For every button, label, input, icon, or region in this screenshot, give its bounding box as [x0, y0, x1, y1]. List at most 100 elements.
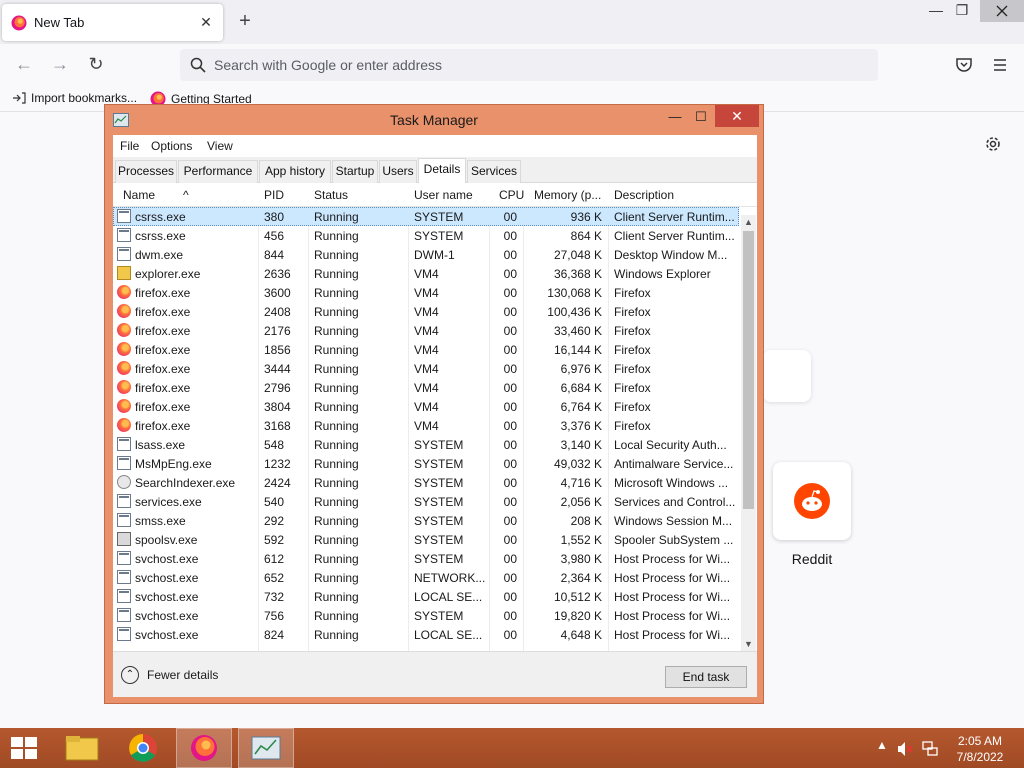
- import-bookmarks-link[interactable]: Import bookmarks...: [12, 91, 137, 105]
- show-hidden-icons-icon[interactable]: ▲: [876, 738, 888, 752]
- vertical-scrollbar[interactable]: ▲ ▼: [741, 215, 756, 651]
- process-status: Running: [314, 514, 359, 528]
- forward-icon[interactable]: →: [47, 52, 73, 78]
- menu-file[interactable]: File: [120, 139, 139, 153]
- table-row[interactable]: MsMpEng.exe 1232 Running SYSTEM 00 49,032 K An…: [113, 454, 739, 473]
- end-task-button[interactable]: End task: [665, 666, 747, 688]
- menu-icon[interactable]: [988, 53, 1012, 77]
- table-row[interactable]: spoolsv.exe 592 Running SYSTEM 00 1,552 K Spoo…: [113, 530, 739, 549]
- table-row[interactable]: firefox.exe 3804 Running VM4 00 6,764 K Firefo…: [113, 397, 739, 416]
- system-clock[interactable]: 2:05 AM 7/8/2022: [946, 733, 1014, 765]
- process-cpu: 00: [503, 514, 517, 528]
- column-description[interactable]: Description: [614, 188, 674, 202]
- scroll-down-icon[interactable]: ▼: [741, 637, 756, 651]
- tab-users[interactable]: Users: [379, 160, 417, 183]
- table-row[interactable]: firefox.exe 3444 Running VM4 00 6,976 K Firefo…: [113, 359, 739, 378]
- scrollbar-thumb[interactable]: [743, 231, 754, 509]
- table-row[interactable]: smss.exe 292 Running SYSTEM 00 208 K Windows S…: [113, 511, 739, 530]
- process-status: Running: [314, 457, 359, 471]
- taskbar-chrome[interactable]: [115, 728, 171, 768]
- column-pid[interactable]: PID: [264, 188, 284, 202]
- taskbar-file-explorer[interactable]: [54, 728, 110, 768]
- table-row[interactable]: lsass.exe 548 Running SYSTEM 00 3,140 K Local …: [113, 435, 739, 454]
- process-name: services.exe: [135, 495, 202, 509]
- process-memory: 130,068 K: [547, 286, 602, 300]
- process-pid: 292: [264, 514, 285, 528]
- scroll-up-icon[interactable]: ▲: [741, 215, 756, 229]
- table-row[interactable]: svchost.exe 732 Running LOCAL SE... 00 10,512…: [113, 587, 739, 606]
- process-memory: 936 K: [570, 210, 602, 224]
- process-cpu: 00: [503, 476, 517, 490]
- url-input[interactable]: [214, 54, 864, 76]
- tab-details[interactable]: Details: [418, 158, 466, 184]
- gear-icon[interactable]: [983, 134, 1003, 154]
- tab-new-tab[interactable]: New Tab ✕: [2, 4, 223, 41]
- process-user: NETWORK...: [414, 571, 486, 585]
- process-description: Antimalware Service...: [614, 457, 734, 471]
- menu-view[interactable]: View: [207, 139, 233, 153]
- table-row[interactable]: svchost.exe 612 Running SYSTEM 00 3,980 K Host…: [113, 549, 739, 568]
- pocket-icon[interactable]: [952, 53, 976, 77]
- table-row[interactable]: firefox.exe 3600 Running VM4 00 130,068 K Fire…: [113, 283, 739, 302]
- taskbar-task-manager[interactable]: [238, 728, 294, 768]
- process-cpu: 00: [503, 495, 517, 509]
- table-row[interactable]: firefox.exe 1856 Running VM4 00 16,144 K Firef…: [113, 340, 739, 359]
- top-site-reddit[interactable]: [773, 462, 851, 540]
- url-bar[interactable]: [180, 49, 878, 81]
- clock-date: 7/8/2022: [956, 750, 1004, 764]
- top-site-tile[interactable]: [763, 350, 811, 402]
- maximize-icon[interactable]: ☐: [689, 107, 713, 129]
- minimize-icon[interactable]: —: [663, 107, 687, 129]
- back-icon[interactable]: ←: [11, 52, 37, 78]
- process-user: LOCAL SE...: [414, 590, 483, 604]
- new-tab-button[interactable]: +: [234, 11, 256, 33]
- table-row[interactable]: svchost.exe 756 Running SYSTEM 00 19,820 K Hos…: [113, 606, 739, 625]
- network-icon[interactable]: [921, 740, 939, 758]
- column-status[interactable]: Status: [314, 188, 348, 202]
- tab-processes[interactable]: Processes: [115, 160, 177, 183]
- tab-services[interactable]: Services: [467, 160, 521, 183]
- reload-icon[interactable]: ↻: [83, 52, 109, 78]
- table-row[interactable]: SearchIndexer.exe 2424 Running SYSTEM 00 4,71…: [113, 473, 739, 492]
- table-row[interactable]: firefox.exe 3168 Running VM4 00 3,376 K Firefo…: [113, 416, 739, 435]
- task-manager-titlebar[interactable]: Task Manager — ☐ ✕: [105, 105, 763, 135]
- table-row[interactable]: csrss.exe 380 Running SYSTEM 00 936 K Client S…: [113, 207, 739, 226]
- table-row[interactable]: services.exe 540 Running SYSTEM 00 2,056 K Ser…: [113, 492, 739, 511]
- process-name: csrss.exe: [135, 210, 186, 224]
- top-site-label[interactable]: Reddit: [773, 551, 851, 567]
- column-cpu[interactable]: CPU: [499, 188, 524, 202]
- tab-performance[interactable]: Performance: [178, 160, 258, 183]
- menu-options[interactable]: Options: [151, 139, 192, 153]
- tab-app-history[interactable]: App history: [259, 160, 331, 183]
- column-memory[interactable]: Memory (p...: [534, 188, 601, 202]
- process-name: spoolsv.exe: [135, 533, 198, 547]
- process-user: DWM-1: [414, 248, 455, 262]
- table-row[interactable]: firefox.exe 2408 Running VM4 00 100,436 K Fire…: [113, 302, 739, 321]
- browser-close-button[interactable]: [980, 0, 1024, 22]
- table-row[interactable]: svchost.exe 824 Running LOCAL SE... 00 4,648 …: [113, 625, 739, 644]
- process-user: VM4: [414, 419, 439, 433]
- table-row[interactable]: svchost.exe 652 Running NETWORK... 00 2,364 K…: [113, 568, 739, 587]
- fewer-details-button[interactable]: ⌃ Fewer details: [121, 666, 218, 684]
- process-user: SYSTEM: [414, 229, 464, 243]
- close-tab-icon[interactable]: ✕: [197, 13, 215, 31]
- table-row[interactable]: firefox.exe 2796 Running VM4 00 6,684 K Firefo…: [113, 378, 739, 397]
- process-user: SYSTEM: [414, 552, 464, 566]
- windows-start-icon[interactable]: [10, 736, 38, 760]
- tab-startup[interactable]: Startup: [332, 160, 378, 183]
- column-name[interactable]: Name: [123, 188, 155, 202]
- table-row[interactable]: firefox.exe 2176 Running VM4 00 33,460 K Firef…: [113, 321, 739, 340]
- restore-icon[interactable]: ❐: [946, 0, 978, 22]
- firefox-icon: [117, 304, 131, 318]
- process-cpu: 00: [503, 533, 517, 547]
- table-row[interactable]: csrss.exe 456 Running SYSTEM 00 864 K Client S…: [113, 226, 739, 245]
- table-row[interactable]: explorer.exe 2636 Running VM4 00 36,368 K Wind…: [113, 264, 739, 283]
- table-row[interactable]: dwm.exe 844 Running DWM-1 00 27,048 K Desktop …: [113, 245, 739, 264]
- process-name: svchost.exe: [135, 628, 199, 642]
- taskbar-firefox[interactable]: [176, 728, 232, 768]
- speaker-muted-icon[interactable]: [897, 741, 913, 757]
- column-user-name[interactable]: User name: [414, 188, 473, 202]
- process-description: Host Process for Wi...: [614, 571, 731, 585]
- process-description: Host Process for Wi...: [614, 552, 731, 566]
- close-icon[interactable]: ✕: [715, 105, 759, 127]
